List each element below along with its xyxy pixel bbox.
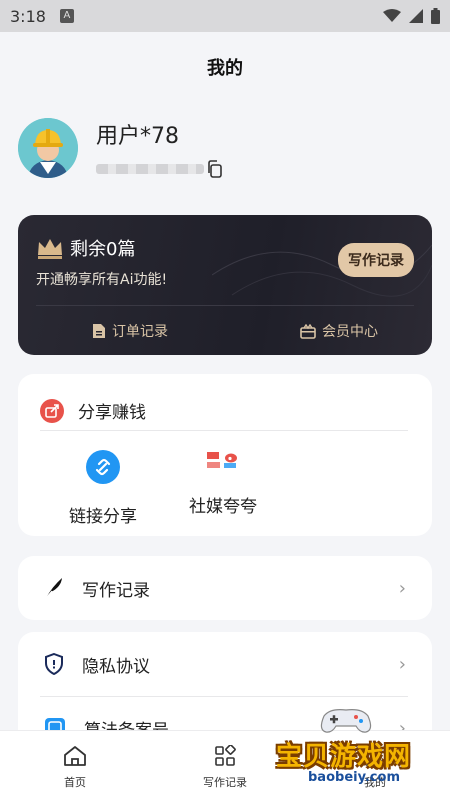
member-center-link[interactable]: 会员中心 [300,321,378,341]
battery-icon [431,8,440,24]
chevron-right-icon: › [398,577,406,599]
link-icon [86,450,120,484]
write-records-button[interactable]: 写作记录 [338,243,414,277]
status-icons [383,8,440,24]
write-records-label: 写作记录 [82,580,150,601]
feather-pen-icon [45,578,62,599]
member-box-icon [300,323,316,339]
social-share-label: 社媒夸夸 [189,497,257,517]
profile-section: 用户*78 [18,118,224,178]
write-records-card[interactable]: 写作记录 › [18,556,432,620]
wifi-icon [383,9,401,22]
watermark: 宝贝游戏网 baobeiy.com [272,706,422,796]
social-media-icon [207,452,237,468]
remaining-count: 剩余0篇 [70,239,136,260]
status-time: 3:18 [10,6,46,26]
grid-icon [215,744,236,766]
member-center-label: 会员中心 [322,324,378,340]
link-share-label: 链接分享 [69,507,137,527]
watermark-url: baobeiy.com [308,770,400,785]
order-records-label: 订单记录 [112,324,168,340]
status-bar: 3:18 A [0,0,450,32]
worker-avatar-icon [18,118,78,178]
chevron-right-icon: › [398,653,406,675]
tab-home[interactable]: 首页 [35,745,115,790]
page-title: 我的 [207,58,243,79]
divider [40,430,408,431]
vip-card: 剩余0篇 开通畅享所有Ai功能! 写作记录 订单记录 会员中心 [18,215,432,355]
home-icon [64,746,86,766]
user-id-masked [96,164,204,174]
tab-home-label: 首页 [64,776,86,789]
privacy-row[interactable]: 隐私协议 › [18,632,432,696]
tab-write-records[interactable]: 写作记录 [185,744,265,790]
document-icon [93,324,105,338]
notification-icon: A [59,9,74,23]
social-share-item[interactable]: 社媒夸夸 [178,450,268,517]
share-title: 分享赚钱 [78,403,146,423]
share-card: 分享赚钱 链接分享 社媒夸夸 [18,374,432,536]
divider [36,305,414,306]
gamepad-icon [320,709,372,733]
crown-icon [38,239,62,259]
privacy-label: 隐私协议 [82,656,150,677]
vip-description: 开通畅享所有Ai功能! [36,272,168,288]
share-icon [40,398,64,423]
shield-icon [45,653,63,675]
watermark-text: 宝贝游戏网 [276,742,412,772]
link-share-item[interactable]: 链接分享 [58,450,148,527]
username: 用户*78 [96,124,179,149]
avatar[interactable] [18,118,78,178]
copy-icon[interactable] [206,160,224,178]
order-records-link[interactable]: 订单记录 [92,321,168,341]
signal-icon [409,9,423,23]
tab-write-records-label: 写作记录 [203,776,247,789]
